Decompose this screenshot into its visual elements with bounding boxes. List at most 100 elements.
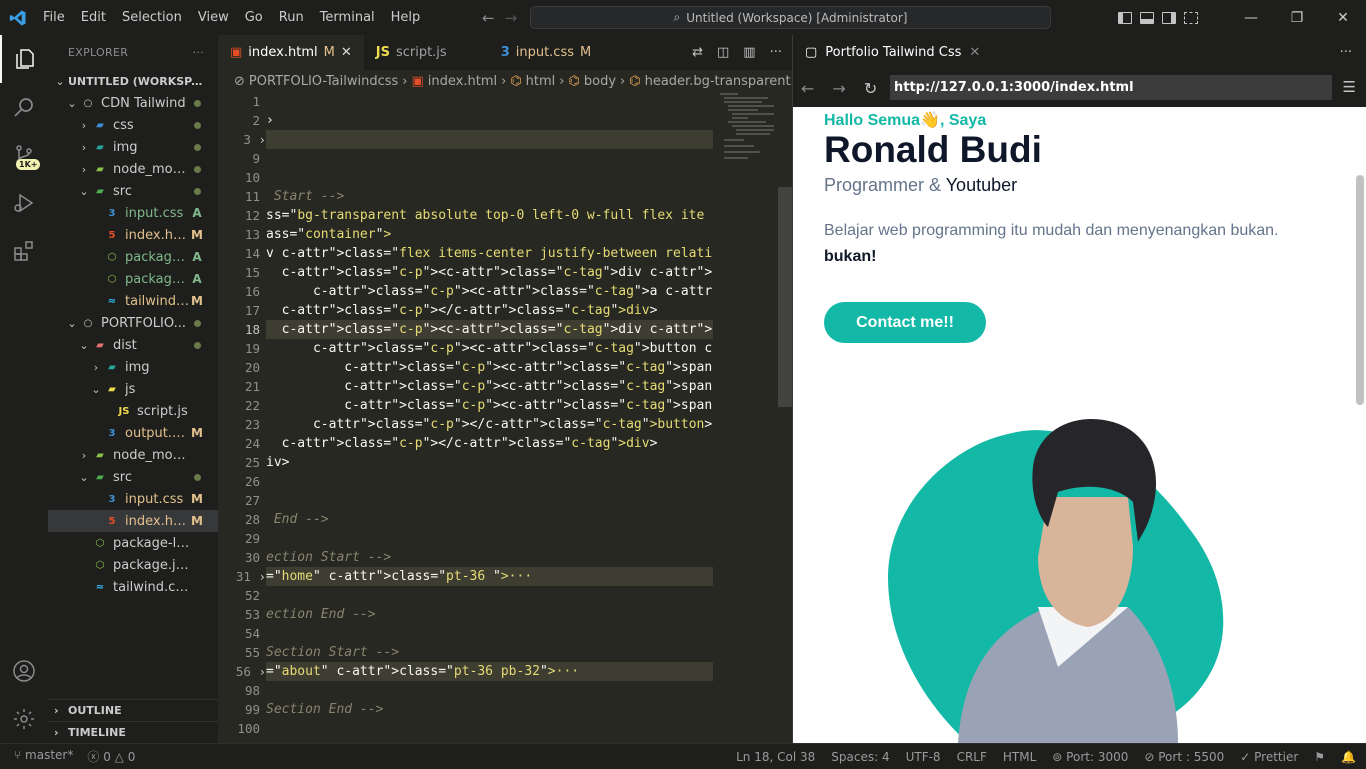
- tree-item[interactable]: 5 index.html M: [48, 224, 218, 246]
- code-line[interactable]: ass="container">: [266, 225, 713, 244]
- code-line[interactable]: c-attr">class="c-p"></c-attr">class="c-t…: [266, 434, 713, 453]
- tree-item[interactable]: ≈ tailwind.co...M: [48, 290, 218, 312]
- menu-selection[interactable]: Selection: [114, 0, 190, 35]
- code-line[interactable]: v c-attr">class="flex items-center justi…: [266, 244, 713, 263]
- code-line[interactable]: Section End -->: [266, 700, 713, 719]
- explorer-icon[interactable]: [0, 35, 48, 83]
- code-line[interactable]: iv>: [266, 453, 713, 472]
- breadcrumb-file[interactable]: index.html: [428, 74, 497, 89]
- tree-item[interactable]: 5 index.html M: [48, 510, 218, 532]
- tree-item[interactable]: › ▰ img: [48, 136, 218, 158]
- breadcrumb-html[interactable]: html: [526, 74, 556, 89]
- cursor-position[interactable]: Ln 18, Col 38: [736, 750, 815, 764]
- code-line[interactable]: [266, 92, 713, 111]
- code-line[interactable]: [266, 472, 713, 491]
- minimap[interactable]: [718, 92, 778, 212]
- branch-status[interactable]: ⑂ master*: [14, 748, 73, 765]
- code-line[interactable]: [266, 130, 713, 149]
- menu-help[interactable]: Help: [383, 0, 429, 35]
- more-actions-icon[interactable]: ···: [770, 45, 782, 60]
- code-line[interactable]: c-attr">class="c-p"><c-attr">class="c-ta…: [266, 282, 713, 301]
- code-line[interactable]: [266, 719, 713, 738]
- scrollbar-thumb[interactable]: [1356, 175, 1364, 405]
- code-line[interactable]: c-attr">class="c-p"><c-attr">class="c-ta…: [266, 263, 713, 282]
- code-line[interactable]: ="about" c-attr">class="pt-36 pb-32">···: [266, 662, 713, 681]
- code-line[interactable]: [266, 624, 713, 643]
- code-line[interactable]: End -->: [266, 510, 713, 529]
- workspace-header[interactable]: ⌄ UNTITLED (WORKSPACE): [48, 70, 218, 92]
- code-line[interactable]: c-attr">class="c-p"><c-attr">class="c-ta…: [266, 339, 713, 358]
- code-line[interactable]: c-attr">class="c-p"></c-attr">class="c-t…: [266, 415, 713, 434]
- open-preview-icon[interactable]: ◫: [717, 45, 729, 60]
- back-arrow-icon[interactable]: ←: [482, 9, 495, 27]
- code-editor[interactable]: 123 › 9 10 11 12 13 14 15 16 17 18 19 20 21 22 23 24 25 26…: [218, 92, 792, 743]
- settings-gear-icon[interactable]: [0, 695, 48, 743]
- code-lines[interactable]: › Start --> ss="bg-transparent absolute t…: [266, 92, 713, 738]
- extensions-icon[interactable]: [0, 227, 48, 275]
- tree-item[interactable]: ⬡ package-lo...A: [48, 246, 218, 268]
- tree-item[interactable]: › ▰ node_mod...: [48, 158, 218, 180]
- code-line[interactable]: Section Start -->: [266, 643, 713, 662]
- breadcrumb-header[interactable]: header.bg-transparent.ab: [645, 74, 792, 89]
- command-center-search[interactable]: ⌕ Untitled (Workspace) [Administrator]: [530, 6, 1051, 29]
- browser-back-icon[interactable]: ←: [801, 79, 814, 98]
- feedback-icon[interactable]: ⚑: [1314, 750, 1325, 764]
- code-line[interactable]: [266, 168, 713, 187]
- code-line[interactable]: c-attr">class="c-p"><c-attr">class="c-ta…: [266, 320, 713, 339]
- code-line[interactable]: Start -->: [266, 187, 713, 206]
- go-live-port[interactable]: ⊘ Port : 5500: [1144, 750, 1224, 764]
- tree-item[interactable]: ⌄ ▰ dist: [48, 334, 218, 356]
- tab-script-js[interactable]: JS script.js: [364, 35, 459, 70]
- menu-terminal[interactable]: Terminal: [312, 0, 383, 35]
- tree-item[interactable]: ⌄ ▰ src: [48, 180, 218, 202]
- indentation[interactable]: Spaces: 4: [831, 750, 889, 764]
- problems-status[interactable]: ⓧ 0 △ 0: [87, 748, 135, 765]
- more-actions-icon[interactable]: ···: [1340, 45, 1352, 60]
- restore-button[interactable]: ❐: [1274, 10, 1320, 26]
- language-mode[interactable]: HTML: [1003, 750, 1036, 764]
- tree-item[interactable]: ⬡ package.json: [48, 554, 218, 576]
- close-window-button[interactable]: ✕: [1320, 10, 1366, 26]
- tree-item[interactable]: 3 input.css A: [48, 202, 218, 224]
- code-line[interactable]: ss="bg-transparent absolute top-0 left-0…: [266, 206, 713, 225]
- menu-edit[interactable]: Edit: [73, 0, 114, 35]
- more-actions-icon[interactable]: ···: [193, 46, 204, 59]
- fold-chevron-icon[interactable]: ›: [251, 569, 266, 584]
- breadcrumb-folder[interactable]: PORTFOLIO-Tailwindcss: [249, 74, 398, 89]
- tree-item[interactable]: 3 input.css M: [48, 488, 218, 510]
- outline-section[interactable]: › OUTLINE: [48, 699, 218, 721]
- code-line[interactable]: ection End -->: [266, 605, 713, 624]
- code-line[interactable]: [266, 681, 713, 700]
- menu-file[interactable]: File: [35, 0, 73, 35]
- tree-item[interactable]: ⬡ package.jsonA: [48, 268, 218, 290]
- code-line[interactable]: c-attr">class="c-p"><c-attr">class="c-ta…: [266, 377, 713, 396]
- code-line[interactable]: [266, 491, 713, 510]
- browser-menu-icon[interactable]: ☰: [1343, 78, 1356, 96]
- code-line[interactable]: c-attr">class="c-p"></c-attr">class="c-t…: [266, 301, 713, 320]
- page-scrollbar[interactable]: [1353, 107, 1366, 743]
- customize-layout-icon[interactable]: [1184, 11, 1198, 24]
- tab-input-css[interactable]: 3 input.css M: [489, 35, 604, 70]
- menu-go[interactable]: Go: [237, 0, 271, 35]
- reload-icon[interactable]: ↻: [864, 79, 877, 98]
- close-tab-icon[interactable]: ✕: [341, 45, 352, 60]
- menu-view[interactable]: View: [190, 0, 237, 35]
- url-bar[interactable]: http://127.0.0.1:3000/index.html: [890, 75, 1332, 100]
- toggle-panel-icon[interactable]: [1140, 11, 1154, 24]
- tree-item[interactable]: ⌄ ○ PORTFOLIO...: [48, 312, 218, 334]
- editor-scrollbar[interactable]: [778, 187, 792, 407]
- toggle-sidebar-icon[interactable]: [1118, 11, 1132, 24]
- tree-item[interactable]: ⌄ ▰ js: [48, 378, 218, 400]
- browser-forward-icon[interactable]: →: [832, 79, 845, 98]
- close-tab-icon[interactable]: ✕: [969, 45, 980, 60]
- tree-item[interactable]: ⌄ ○ CDN Tailwind: [48, 92, 218, 114]
- code-line[interactable]: [266, 149, 713, 168]
- split-editor-icon[interactable]: ▥: [743, 45, 755, 60]
- preview-tab[interactable]: ▢ Portfolio Tailwind Css ✕: [793, 35, 993, 70]
- fold-chevron-icon[interactable]: ›: [251, 664, 266, 679]
- code-line[interactable]: [266, 529, 713, 548]
- code-line[interactable]: ="home" c-attr">class="pt-36 ">···: [266, 567, 713, 586]
- menu-run[interactable]: Run: [271, 0, 312, 35]
- toggle-secondary-sidebar-icon[interactable]: [1162, 11, 1176, 24]
- breadcrumb-body[interactable]: body: [584, 74, 616, 89]
